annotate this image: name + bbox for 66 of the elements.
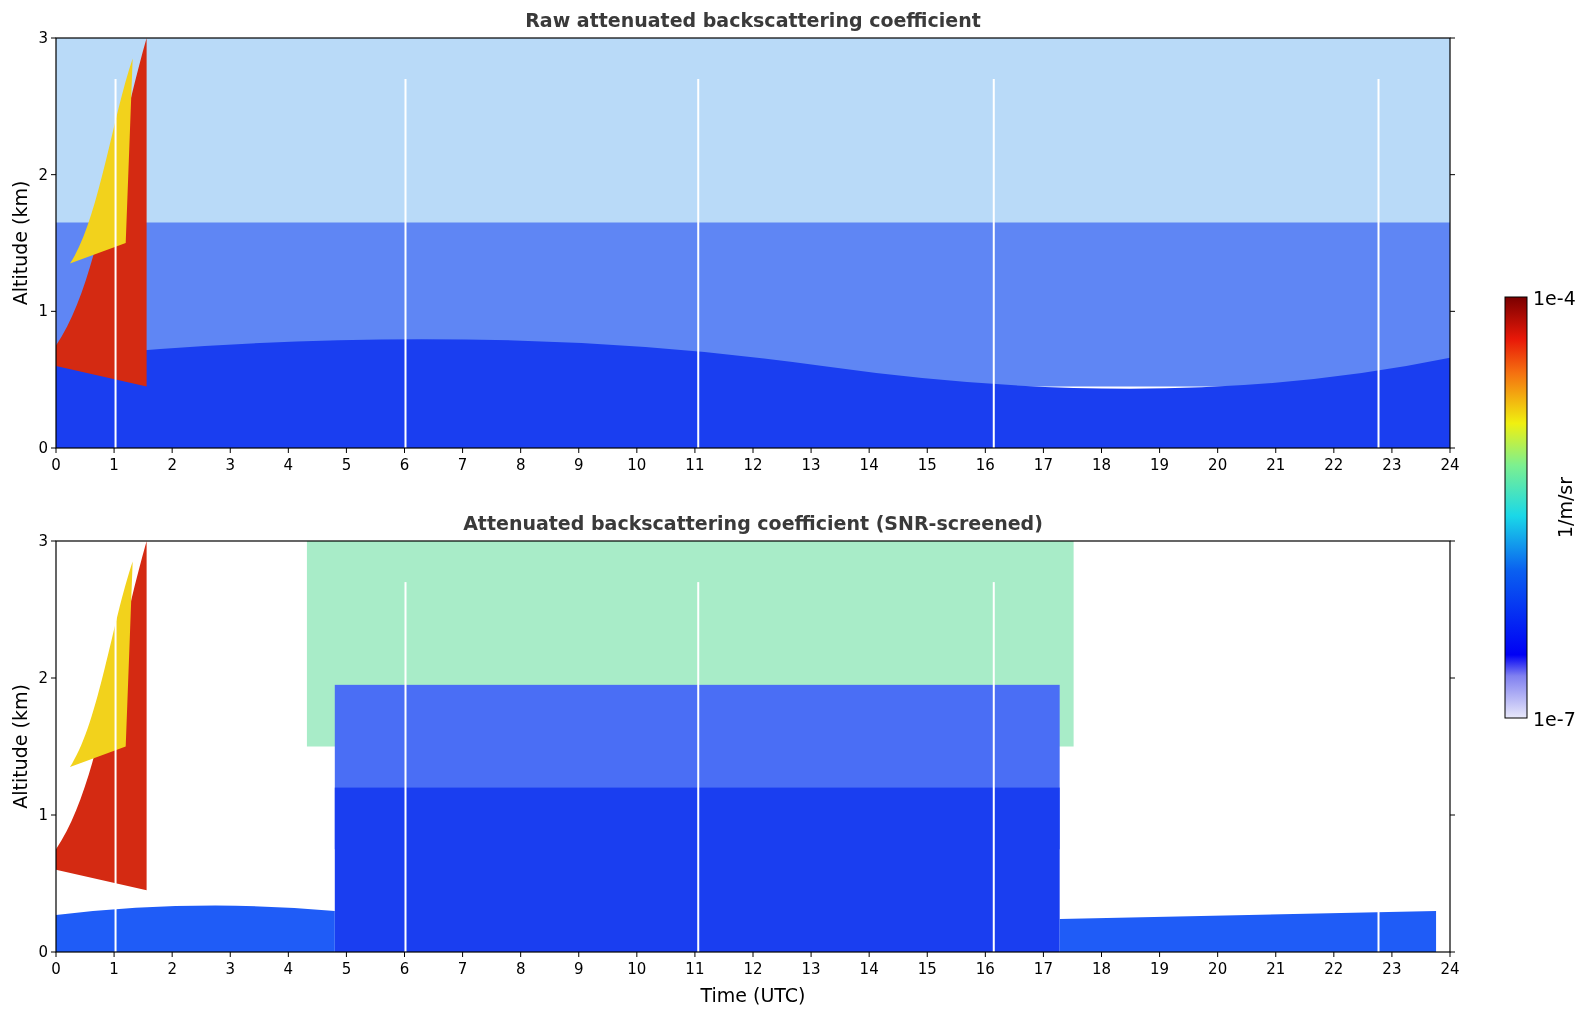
axis-label: Altitude (km) — [9, 180, 31, 306]
tick-label: 18 — [1091, 960, 1112, 978]
tick-label: 11 — [685, 456, 705, 474]
tick-label: 3 — [225, 960, 235, 978]
axis-label: Time (UTC) — [700, 984, 806, 1006]
tick-label: 0 — [51, 456, 61, 474]
tick-label: 21 — [1266, 456, 1286, 474]
tick-label: 6 — [399, 960, 410, 978]
tick-label: 24 — [1440, 456, 1460, 474]
tick-label: 22 — [1324, 960, 1344, 978]
tick-label: 14 — [859, 456, 879, 474]
tick-label: 3 — [38, 532, 48, 550]
tick-label: 15 — [917, 960, 937, 978]
tick-label: 8 — [515, 960, 526, 978]
tick-label: 20 — [1208, 456, 1228, 474]
tick-label: 9 — [574, 960, 584, 978]
tick-label: 1e-4 — [1533, 287, 1576, 309]
tick-label: 3 — [225, 456, 235, 474]
tick-label: 7 — [457, 960, 468, 978]
tick-label: 21 — [1266, 960, 1286, 978]
tick-label: 8 — [515, 456, 526, 474]
tick-label: 17 — [1033, 456, 1053, 474]
tick-label: 17 — [1033, 960, 1053, 978]
tick-label: 7 — [457, 456, 468, 474]
tick-label: 13 — [801, 456, 821, 474]
tick-label: 1 — [109, 960, 119, 978]
tick-label: 4 — [283, 960, 294, 978]
tick-label: 10 — [627, 456, 647, 474]
colorbar-label: 1/m/sr — [1554, 476, 1576, 539]
tick-label: 10 — [627, 960, 647, 978]
tick-label: 1 — [38, 302, 48, 321]
tick-label: 12 — [743, 960, 763, 978]
tick-label: 2 — [167, 456, 177, 474]
tick-label: 0 — [38, 943, 48, 961]
tick-label: 0 — [38, 439, 48, 457]
tick-label: 19 — [1150, 960, 1170, 978]
tick-label: 23 — [1382, 960, 1402, 978]
tick-label: 9 — [574, 456, 584, 474]
tick-label: 2 — [38, 669, 48, 687]
tick-label: 1 — [38, 806, 48, 824]
tick-label: 15 — [917, 456, 937, 474]
tick-label: 2 — [38, 165, 48, 184]
tick-label: 2 — [167, 960, 177, 978]
tick-label: 16 — [975, 456, 995, 474]
tick-label: 12 — [743, 456, 763, 474]
tick-label: 0 — [51, 960, 61, 978]
tick-label: 11 — [685, 960, 705, 978]
tick-label: 1 — [109, 456, 119, 474]
axis-label: Altitude (km) — [9, 684, 31, 809]
tick-label: 16 — [975, 960, 995, 978]
tick-label: 19 — [1150, 456, 1170, 474]
tick-label: 22 — [1324, 456, 1344, 474]
chart-title: Raw attenuated backscattering coefficient — [525, 9, 981, 31]
tick-label: 18 — [1091, 456, 1112, 474]
tick-label: 3 — [38, 29, 48, 47]
tick-label: 14 — [859, 960, 879, 978]
tick-label: 5 — [341, 456, 352, 474]
tick-label: 6 — [399, 456, 410, 474]
tick-label: 20 — [1208, 960, 1228, 978]
chart-title: Attenuated backscattering coefficient (SNR-screened) — [463, 512, 1043, 534]
tick-label: 24 — [1440, 960, 1460, 978]
tick-label: 5 — [341, 960, 352, 978]
tick-label: 23 — [1382, 456, 1402, 474]
tick-label: 13 — [801, 960, 821, 978]
tick-label: 1e-7 — [1533, 708, 1576, 730]
tick-label: 4 — [283, 456, 294, 474]
